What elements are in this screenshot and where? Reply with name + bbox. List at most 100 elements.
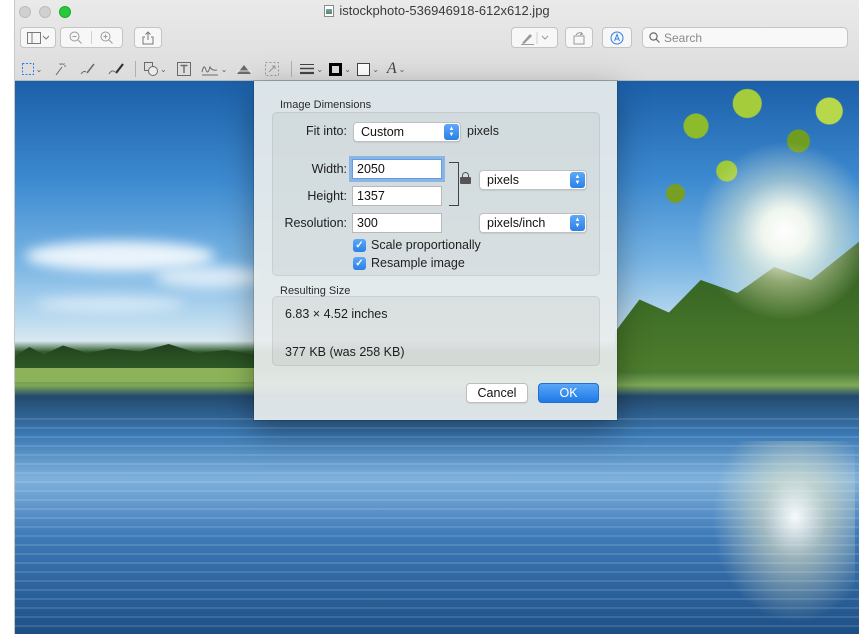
popup-arrows-icon: ▲ ▼: [570, 172, 585, 188]
fill-color-icon: [357, 62, 371, 76]
cloud: [155, 266, 265, 288]
chevron-down-icon: ⌄: [316, 64, 324, 74]
adjust-color-button[interactable]: [233, 59, 255, 79]
dimension-unit-popup[interactable]: pixels ▲ ▼: [479, 170, 587, 190]
chevron-down-icon: ⌄: [344, 64, 351, 74]
close-window-button[interactable]: [19, 6, 31, 18]
chevron-down-icon: ⌄: [35, 64, 43, 74]
sketch-icon: [80, 63, 95, 75]
proportion-bracket: [449, 162, 459, 206]
scale-proportionally-checkbox[interactable]: ✓ Scale proportionally: [353, 238, 481, 252]
adjust-size-button[interactable]: [261, 59, 283, 79]
fill-color-button[interactable]: ⌄: [357, 59, 379, 79]
chevron-down-icon: ⌄: [398, 64, 406, 74]
share-icon: [142, 30, 154, 44]
checkmark-icon: ✓: [353, 256, 366, 270]
adjust-color-icon: [236, 65, 253, 74]
draw-icon: [108, 63, 124, 75]
adjust-size-icon: [265, 62, 280, 76]
sun-reflection: [705, 441, 855, 631]
rotate-icon: [573, 31, 585, 44]
markup-pen-button[interactable]: [511, 27, 558, 48]
popup-arrows-icon: ▲ ▼: [444, 124, 459, 140]
scale-proportionally-label: Scale proportionally: [371, 238, 481, 252]
fit-into-label: Fit into:: [306, 124, 347, 138]
sign-button[interactable]: ⌄: [201, 59, 228, 79]
resample-image-checkbox[interactable]: ✓ Resample image: [353, 256, 465, 270]
treeline-left: [15, 344, 255, 368]
window-toolbar: istockphoto-536946918-612x612.jpg Search…: [15, 0, 859, 81]
resulting-filesize: 377 KB (was 258 KB): [285, 345, 405, 359]
selection-tool-button[interactable]: ⌄: [21, 59, 43, 79]
adjust-size-dialog: Image Dimensions Fit into: Custom ▲ ▼ pix…: [254, 81, 617, 420]
shape-style-icon: [300, 64, 315, 75]
instant-alpha-icon: [55, 63, 66, 76]
fit-into-unit: pixels: [467, 124, 499, 138]
text-tool-button[interactable]: [173, 59, 195, 79]
sidebar-view-button[interactable]: [20, 27, 56, 48]
toolbar-divider: [291, 61, 293, 77]
popup-arrows-icon: ▲ ▼: [570, 215, 585, 231]
search-field[interactable]: [642, 27, 848, 48]
fullscreen-window-button[interactable]: [59, 6, 71, 18]
resolution-field[interactable]: [352, 213, 442, 233]
instant-alpha-button[interactable]: [49, 59, 71, 79]
width-label: Width:: [311, 162, 347, 176]
text-style-button[interactable]: A ⌄: [385, 59, 407, 79]
width-field[interactable]: [352, 159, 442, 179]
text-style-icon: A: [386, 60, 397, 77]
image-dimensions-group: Fit into: Custom ▲▼ pixels Width: Height…: [272, 112, 600, 276]
markup-toolbar: ⌄ ⌄ ⌄ ⌄ ⌄ ⌄ A ⌄: [15, 57, 859, 81]
window-title: istockphoto-536946918-612x612.jpg: [15, 3, 859, 18]
search-input[interactable]: [664, 30, 834, 45]
toolbar-divider: [135, 61, 136, 77]
checkmark-icon: ✓: [353, 238, 366, 252]
resolution-unit-value: pixels/inch: [487, 216, 546, 230]
resample-image-label: Resample image: [371, 256, 465, 270]
chevron-down-icon: ⌄: [220, 64, 228, 74]
zoom-out-icon: [69, 31, 83, 44]
resolution-unit-popup[interactable]: pixels/inch ▲ ▼: [479, 213, 587, 233]
image-dimensions-heading: Image Dimensions: [280, 99, 372, 111]
markup-toolbar-icon: [610, 31, 624, 44]
rotate-button[interactable]: [565, 27, 593, 48]
sketch-button[interactable]: [77, 59, 99, 79]
zoom-out-button[interactable]: [61, 31, 92, 44]
cancel-button[interactable]: Cancel: [466, 383, 528, 403]
minimize-window-button[interactable]: [39, 6, 51, 18]
resulting-size-group: 6.83 × 4.52 inches 377 KB (was 258 KB): [272, 296, 600, 366]
window-controls: [19, 6, 71, 18]
chevron-down-icon: ⌄: [160, 64, 167, 74]
shape-style-button[interactable]: ⌄: [300, 59, 323, 79]
sidebar-icon: [27, 31, 49, 44]
text-icon: [176, 62, 191, 76]
border-color-button[interactable]: ⌄: [329, 59, 351, 79]
resolution-label: Resolution:: [284, 216, 347, 230]
ok-button[interactable]: OK: [538, 383, 599, 403]
zoom-controls: [60, 27, 123, 48]
lock-icon[interactable]: [460, 172, 471, 184]
draw-button[interactable]: [105, 59, 127, 79]
document-icon: [324, 5, 335, 17]
border-color-icon: [329, 62, 343, 76]
markup-pen-icon: [520, 31, 548, 45]
search-icon: [649, 32, 660, 43]
share-button[interactable]: [134, 27, 162, 48]
preview-window: istockphoto-536946918-612x612.jpg Search…: [14, 0, 859, 634]
window-title-text: istockphoto-536946918-612x612.jpg: [339, 3, 550, 18]
height-field[interactable]: [352, 186, 442, 206]
rectangular-selection-icon: [21, 63, 34, 75]
shapes-button[interactable]: ⌄: [144, 59, 167, 79]
markup-toolbar-toggle[interactable]: [602, 27, 632, 48]
zoom-in-button[interactable]: [92, 31, 122, 44]
fit-into-value: Custom: [361, 125, 405, 139]
sign-icon: [201, 65, 218, 76]
dimension-unit-value: pixels: [487, 173, 519, 187]
shoreline-grass: [15, 368, 255, 382]
zoom-in-icon: [100, 31, 114, 44]
cloud: [35, 296, 185, 312]
height-label: Height:: [307, 189, 347, 203]
shapes-icon: [144, 62, 158, 76]
resulting-dimensions: 6.83 × 4.52 inches: [285, 307, 388, 321]
fit-into-popup[interactable]: Custom ▲ ▼: [353, 122, 461, 142]
